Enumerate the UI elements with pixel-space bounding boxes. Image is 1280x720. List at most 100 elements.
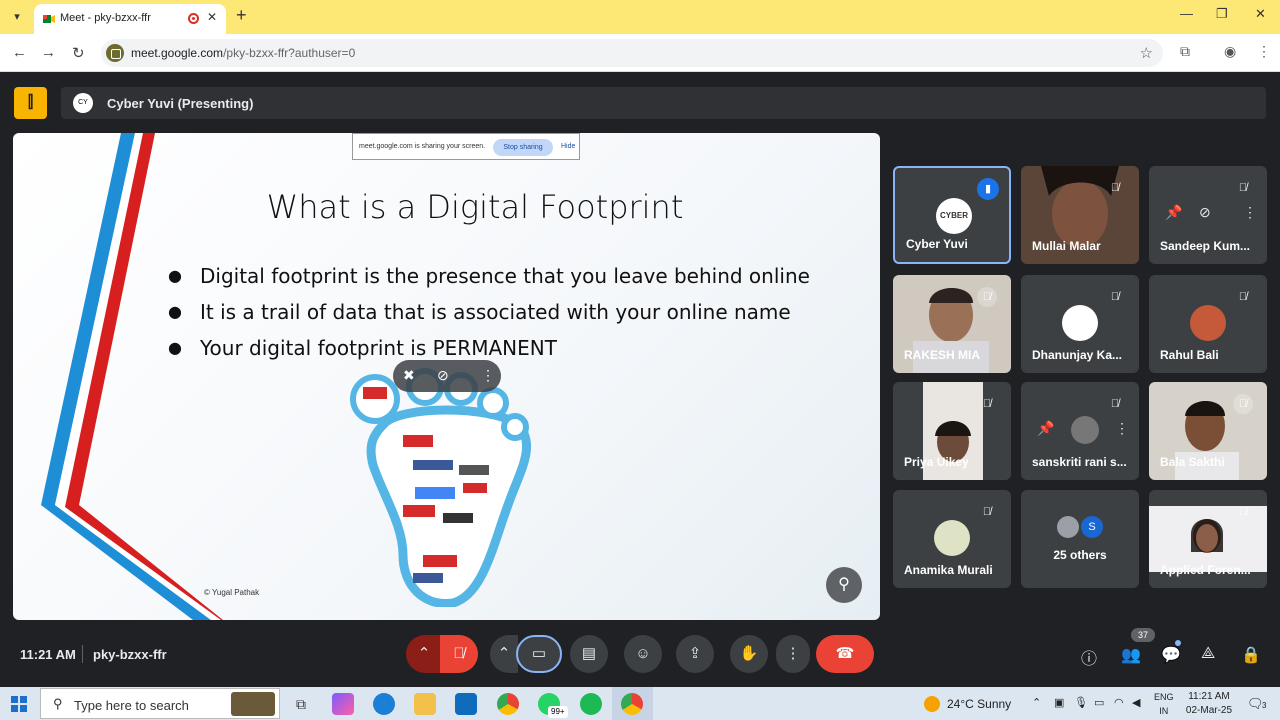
mic-off-icon: 🎙̸ <box>1238 182 1248 194</box>
tray-chevron-icon[interactable]: ⌃ <box>1032 696 1041 709</box>
host-controls-icon[interactable]: 🔒 <box>1241 645 1261 665</box>
tab-search-chevron-icon[interactable]: ▾ <box>8 8 26 26</box>
taskbar-clock[interactable]: 11:21 AM 02-Mar-25 <box>1183 690 1235 718</box>
browser-tab-meet[interactable]: Meet - pky-bzxx-ffr ✕ <box>34 4 226 34</box>
participant-tile[interactable]: CYBER ▮ Cyber Yuvi <box>893 166 1011 264</box>
captions-button[interactable]: ▤ <box>570 635 608 673</box>
chat-icon[interactable]: 💬 <box>1161 645 1181 665</box>
battery-icon[interactable]: ▭ <box>1094 696 1104 709</box>
more-options-icon[interactable]: ⋮ <box>1243 204 1257 221</box>
leave-call-button[interactable]: ☎ <box>816 635 874 673</box>
task-view-icon[interactable]: ⧉ <box>290 693 312 715</box>
slide-copyright: © Yugal Pathak <box>204 588 260 597</box>
volume-icon[interactable]: ◀ <box>1132 696 1140 709</box>
copilot-icon[interactable] <box>332 693 354 715</box>
url-input[interactable]: meet.google.com/pky-bzxx-ffr?authuser=0 … <box>101 39 1163 67</box>
slide-title: What is a Digital Footprint <box>266 188 684 226</box>
chat-notification-dot <box>1175 640 1181 646</box>
reload-button[interactable]: ↻ <box>72 44 85 62</box>
language-indicator[interactable]: ENG IN <box>1154 690 1174 718</box>
weather-sun-icon[interactable] <box>924 696 940 712</box>
mute-presenter-icon[interactable]: ⊘ <box>437 367 449 384</box>
chrome-icon[interactable] <box>497 693 519 715</box>
bookmark-star-icon[interactable]: ☆ <box>1140 44 1153 62</box>
windows-taskbar: ⚲ Type here to search ⧉ 99+ 24°C Sunny ⌃… <box>0 687 1280 720</box>
more-options-button[interactable]: ⋮ <box>776 635 810 673</box>
meet-tray-icon[interactable]: ▣ <box>1054 696 1064 709</box>
forward-button[interactable]: → <box>41 44 56 61</box>
weather-text[interactable]: 24°C Sunny <box>947 697 1011 711</box>
participant-name: Anamika Murali <box>904 563 993 577</box>
avatar: CYBER <box>936 198 972 234</box>
windows-start-icon[interactable] <box>11 696 27 712</box>
participant-tile[interactable]: 🎙̸ RAKESH MIA <box>893 275 1011 373</box>
pin-icon[interactable]: 📌 <box>1037 420 1054 437</box>
camera-toggle-button[interactable]: ▭ <box>516 635 562 673</box>
meeting-time: 11:21 AM <box>20 647 76 662</box>
participant-name: Bala Sakthi <box>1160 455 1225 469</box>
mic-off-icon: 🎙̸ <box>977 287 997 307</box>
participant-tile[interactable]: 🎙̸ 📌 ⋮ sanskriti rani s... <box>1021 382 1139 480</box>
close-window-button[interactable]: ✕ <box>1255 6 1266 22</box>
tile-hover-controls: ✖ ⊘ ⋮ <box>393 360 501 392</box>
avatar <box>1190 305 1226 341</box>
pin-icon[interactable]: 📌 <box>1165 204 1182 221</box>
new-tab-button[interactable]: + <box>236 5 247 26</box>
back-button[interactable]: ← <box>12 44 27 61</box>
tab-close-icon[interactable]: ✕ <box>207 10 217 24</box>
notification-count: 3 <box>1262 701 1267 710</box>
present-screen-button[interactable]: ⇪ <box>676 635 714 673</box>
search-highlight-image <box>231 692 275 716</box>
site-info-icon[interactable] <box>106 44 124 62</box>
bullet-item: Digital footprint is the presence that y… <box>168 258 810 294</box>
more-options-icon[interactable]: ⋮ <box>481 367 495 384</box>
participant-tile[interactable]: 🎙̸ 📌 ⊘ ⋮ Sandeep Kum... <box>1149 166 1267 264</box>
raise-hand-button[interactable]: ✋ <box>730 635 768 673</box>
participant-tile[interactable]: 🎙̸ Dhanunjay Ka... <box>1021 275 1139 373</box>
participant-tile[interactable]: 🎙̸ Anamika Murali <box>893 490 1011 588</box>
audio-options-chevron-icon[interactable]: ⌃ <box>406 635 442 673</box>
participant-tile[interactable]: 🎙̸ Bala Sakthi <box>1149 382 1267 480</box>
meeting-details-icon[interactable]: ⓘ <box>1081 645 1097 669</box>
participant-tile[interactable]: 🎙̸ Applied Foren... <box>1149 490 1267 588</box>
meet-layout-icon[interactable]: ⫿ <box>14 87 47 119</box>
video-options-chevron-icon[interactable]: ⌃ <box>490 635 518 673</box>
people-icon[interactable]: 👥 <box>1121 645 1141 665</box>
extensions-icon[interactable]: ⧉ <box>1180 43 1190 60</box>
presenting-label: Cyber Yuvi (Presenting) <box>107 96 254 111</box>
participant-tile[interactable]: 🎙̸ Mullai Malar <box>1021 166 1139 264</box>
reactions-button[interactable]: ☺ <box>624 635 662 673</box>
participant-name: Mullai Malar <box>1032 239 1101 253</box>
spotify-icon[interactable] <box>580 693 602 715</box>
hide-banner-link[interactable]: Hide <box>561 143 575 150</box>
divider <box>82 645 83 663</box>
file-explorer-icon[interactable] <box>414 693 436 715</box>
url-text: meet.google.com/pky-bzxx-ffr?authuser=0 <box>131 46 355 60</box>
mic-tray-icon[interactable]: 🎙 <box>1074 696 1088 709</box>
taskbar-search-input[interactable]: ⚲ Type here to search <box>40 688 280 719</box>
stop-sharing-button[interactable]: Stop sharing <box>493 139 553 156</box>
menu-kebab-icon[interactable]: ⋮ <box>1257 43 1271 60</box>
avatar <box>1057 516 1079 538</box>
maximize-button[interactable]: ❐ <box>1216 6 1228 22</box>
activities-icon[interactable]: ⟁ <box>1201 645 1215 663</box>
more-options-icon[interactable]: ⋮ <box>1115 420 1129 437</box>
mute-participant-icon[interactable]: ⊘ <box>1199 204 1211 221</box>
outlook-icon[interactable] <box>455 693 477 715</box>
participant-tile[interactable]: 🎙̸ Priya Uikey <box>893 382 1011 480</box>
participant-tile[interactable]: 🎙̸ Rahul Bali <box>1149 275 1267 373</box>
wifi-icon[interactable]: ◠ <box>1114 696 1124 709</box>
meet-favicon-icon <box>43 15 55 23</box>
search-icon: ⚲ <box>53 696 63 711</box>
footprint-image <box>350 368 532 607</box>
participant-name: Rahul Bali <box>1160 348 1219 362</box>
profile-icon[interactable]: ◉ <box>1224 43 1236 60</box>
chrome-active-icon[interactable] <box>621 693 643 715</box>
microphone-toggle-button[interactable]: 🎙̸ <box>440 635 478 673</box>
unpin-icon[interactable]: ✖ <box>403 367 415 384</box>
zoom-button[interactable]: ⚲ <box>826 567 862 603</box>
others-tile[interactable]: S 25 others <box>1021 490 1139 588</box>
mic-off-icon: 🎙̸ <box>1238 506 1248 518</box>
edge-browser-icon[interactable] <box>373 693 395 715</box>
minimize-button[interactable]: — <box>1180 6 1193 21</box>
